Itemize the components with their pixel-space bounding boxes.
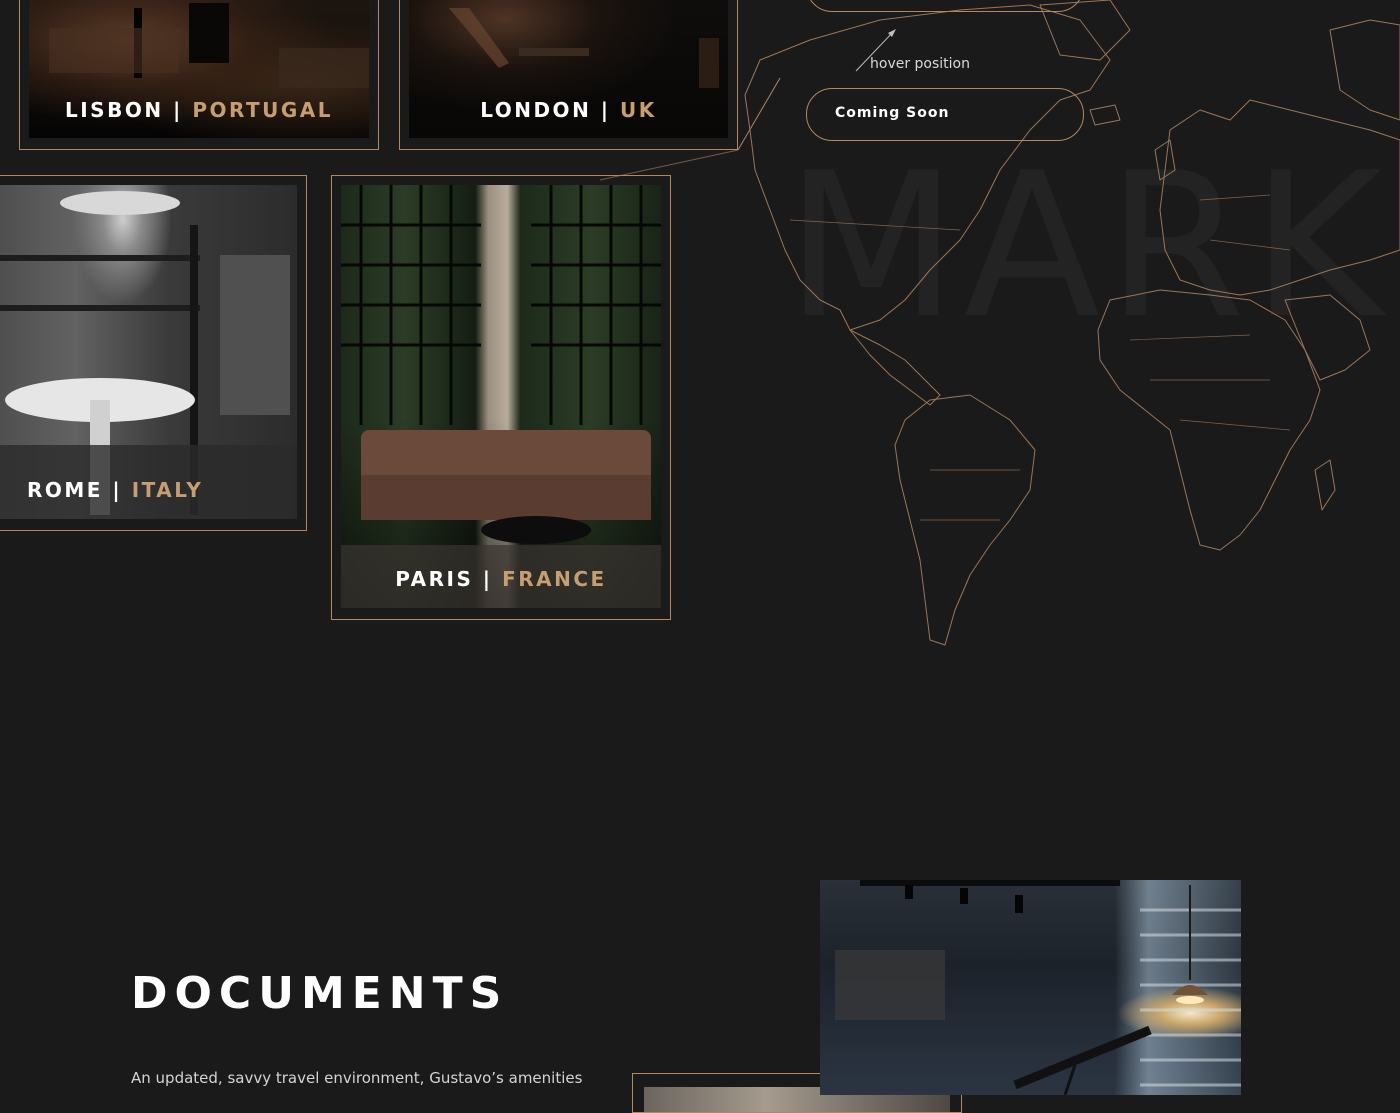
country-name: PORTUGAL: [192, 98, 333, 122]
documents-feature-photo: [820, 880, 1241, 1095]
documents-interior-illustration: [835, 880, 1241, 1095]
city-card-lisbon[interactable]: LISBON | PORTUGAL: [19, 0, 379, 150]
documents-heading: DOCUMENTS: [131, 968, 509, 1019]
city-photo-lisbon: LISBON | PORTUGAL: [29, 0, 369, 138]
documents-description: An updated, savvy travel environment, Gu…: [131, 1069, 583, 1087]
rome-kitchen-illustration: [0, 191, 297, 519]
africa-outline: [1097, 289, 1321, 551]
city-card-paris[interactable]: PARIS | FRANCE: [331, 175, 671, 620]
country-name: FRANCE: [502, 567, 607, 591]
paris-living-room-illustration: [341, 185, 661, 608]
country-name: ITALY: [131, 478, 204, 502]
arabia-outline: [1284, 294, 1371, 381]
madagascar-outline: [1314, 459, 1336, 511]
city-name: PARIS: [395, 567, 474, 591]
europe-outline: [1159, 99, 1400, 296]
city-photo-rome: ROME | ITALY: [0, 185, 297, 519]
iceland-outline: [1089, 104, 1121, 126]
city-photo-paris: PARIS | FRANCE: [341, 185, 661, 608]
caption-separator: |: [473, 567, 503, 591]
country-borders: [789, 194, 1291, 521]
city-caption-rome: ROME | ITALY: [27, 478, 297, 502]
caption-separator: |: [163, 98, 193, 122]
central-america-outline: [849, 329, 941, 406]
coming-soon-pill[interactable]: Coming Soon: [806, 88, 1084, 141]
city-caption-paris: PARIS | FRANCE: [341, 567, 661, 591]
city-card-rome[interactable]: ROME | ITALY: [0, 175, 307, 531]
city-name: ROME: [27, 478, 103, 502]
hover-position-note: hover position: [870, 56, 970, 72]
city-name: LONDON: [480, 98, 592, 122]
north-america-outline: [744, 4, 1111, 331]
caption-separator: |: [102, 478, 132, 502]
city-name: LISBON: [65, 98, 164, 122]
city-caption-lisbon: LISBON | PORTUGAL: [29, 98, 369, 122]
asia-outline: [1329, 19, 1400, 121]
coming-soon-label: Coming Soon: [835, 105, 950, 121]
map-location-pill-top[interactable]: [806, 0, 1084, 12]
